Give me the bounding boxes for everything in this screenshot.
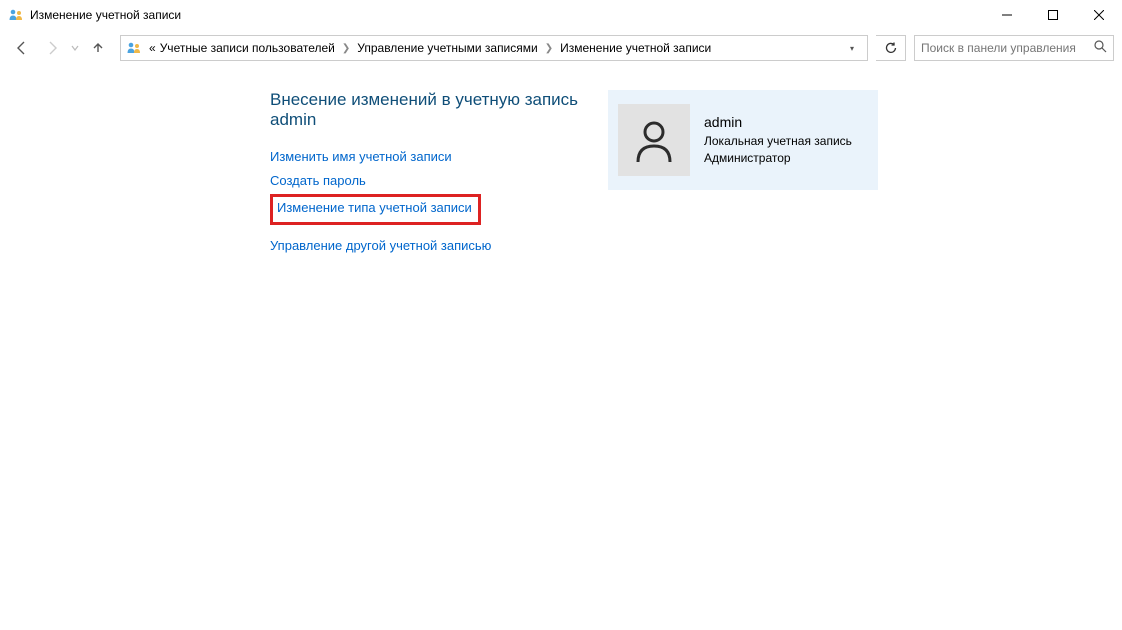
search-box[interactable]: [914, 35, 1114, 61]
navbar: « Учетные записи пользователей ❯ Управле…: [0, 30, 1122, 66]
address-dropdown-icon[interactable]: ▾: [841, 44, 863, 53]
minimize-button[interactable]: [984, 0, 1030, 30]
up-button[interactable]: [84, 34, 112, 62]
left-column: Внесение изменений в учетную запись admi…: [270, 90, 600, 261]
window-title: Изменение учетной записи: [30, 8, 181, 22]
search-input[interactable]: [921, 41, 1090, 55]
maximize-button[interactable]: [1030, 0, 1076, 30]
user-account-type: Локальная учетная запись: [704, 133, 852, 150]
breadcrumb-seg-2[interactable]: Управление учетными записями: [357, 41, 537, 55]
avatar: [618, 104, 690, 176]
window-controls: [984, 0, 1122, 30]
recent-dropdown-icon[interactable]: [68, 34, 82, 62]
search-icon[interactable]: [1094, 40, 1107, 56]
refresh-button[interactable]: [876, 35, 906, 61]
action-links: Изменить имя учетной записи Создать паро…: [270, 148, 600, 255]
back-button[interactable]: [8, 34, 36, 62]
highlight-annotation: Изменение типа учетной записи: [270, 194, 481, 224]
breadcrumb-seg-3[interactable]: Изменение учетной записи: [560, 41, 711, 55]
forward-button[interactable]: [38, 34, 66, 62]
user-card: admin Локальная учетная запись Администр…: [608, 90, 878, 190]
link-change-account-type[interactable]: Изменение типа учетной записи: [277, 199, 472, 217]
titlebar: Изменение учетной записи: [0, 0, 1122, 30]
address-bar[interactable]: « Учетные записи пользователей ❯ Управле…: [120, 35, 868, 61]
chevron-right-icon[interactable]: ❯: [542, 43, 556, 54]
app-users-icon: [8, 7, 24, 23]
page-heading: Внесение изменений в учетную запись admi…: [270, 90, 600, 130]
content-area: Внесение изменений в учетную запись admi…: [0, 66, 1122, 261]
user-info: admin Локальная учетная запись Администр…: [704, 112, 852, 167]
close-button[interactable]: [1076, 0, 1122, 30]
user-role: Администратор: [704, 150, 852, 167]
address-users-icon: [125, 39, 143, 57]
link-rename-account[interactable]: Изменить имя учетной записи: [270, 148, 600, 166]
user-name: admin: [704, 112, 852, 132]
chevron-right-icon[interactable]: ❯: [339, 43, 353, 54]
link-create-password[interactable]: Создать пароль: [270, 172, 600, 190]
breadcrumb-lead: «: [149, 41, 156, 55]
breadcrumb-seg-1[interactable]: Учетные записи пользователей: [160, 41, 335, 55]
link-manage-other-account[interactable]: Управление другой учетной записью: [270, 237, 600, 255]
